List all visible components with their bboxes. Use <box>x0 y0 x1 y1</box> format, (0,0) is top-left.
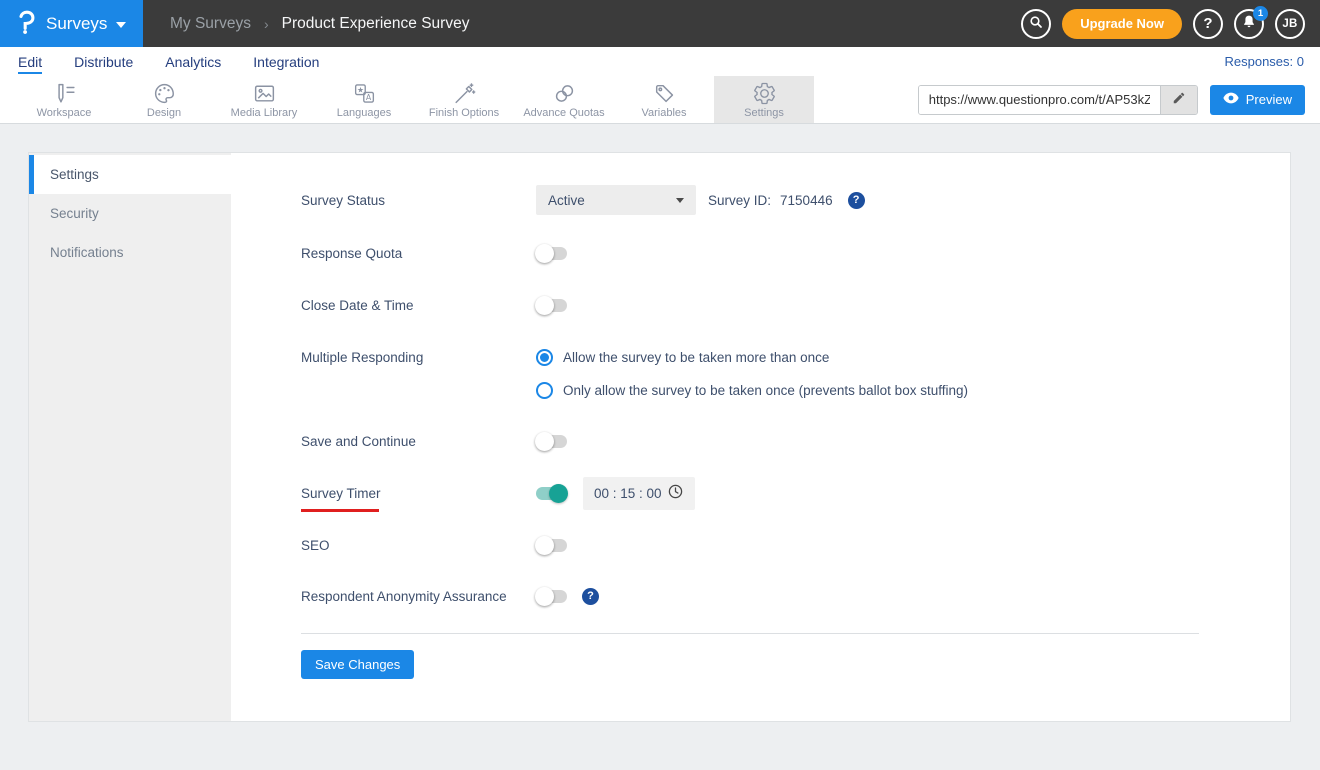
form-divider <box>301 633 1199 634</box>
magic-wand-icon <box>452 81 477 106</box>
toggle-knob <box>535 431 554 451</box>
tab-edit[interactable]: Edit <box>18 53 43 74</box>
gear-icon <box>752 81 777 106</box>
toolbar-item-workspace[interactable]: Workspace <box>14 76 114 123</box>
chevron-down-icon <box>116 21 127 28</box>
notifications-button[interactable]: 1 <box>1234 5 1268 39</box>
settings-page: Settings Security Notifications Survey S… <box>0 124 1320 770</box>
response-quota-label: Response Quota <box>301 245 403 261</box>
radio-only-once[interactable] <box>536 381 553 399</box>
responses-count: Responses: 0 <box>1224 54 1305 69</box>
multiple-responding-row-2: Only allow the survey to be taken once (… <box>536 375 968 405</box>
top-header: Surveys My Surveys › Product Experience … <box>0 0 1320 47</box>
translate-icon: ★ A <box>352 81 377 106</box>
image-icon <box>252 81 277 106</box>
survey-status-row: Survey Status Active Survey ID: 7150446 … <box>301 185 865 215</box>
pencil-icon <box>1172 91 1186 108</box>
survey-id-value: 7150446 <box>780 192 833 208</box>
notification-badge: 1 <box>1253 5 1268 21</box>
survey-timer-value: 00 : 15 : 00 <box>594 485 662 501</box>
product-switcher[interactable]: Surveys <box>0 0 143 47</box>
survey-status-value: Active <box>548 192 585 208</box>
toggle-knob <box>535 295 554 315</box>
share-url-area: Preview <box>917 76 1320 123</box>
survey-timer-toggle[interactable] <box>536 483 568 503</box>
clock-icon <box>667 483 684 503</box>
survey-id-help-icon[interactable]: ? <box>847 191 865 209</box>
survey-timer-duration-field[interactable]: 00 : 15 : 00 <box>583 476 695 510</box>
tab-integration[interactable]: Integration <box>253 54 319 70</box>
anonymity-toggle[interactable] <box>535 586 567 606</box>
multiple-responding-label: Multiple Responding <box>301 349 424 365</box>
toggle-knob <box>535 586 554 606</box>
breadcrumb-separator: › <box>263 15 269 32</box>
settings-card: Settings Security Notifications Survey S… <box>28 152 1291 722</box>
svg-text:A: A <box>365 93 371 102</box>
breadcrumb-my-surveys[interactable]: My Surveys <box>170 15 251 33</box>
toolbar-item-advance-quotas[interactable]: Advance Quotas <box>514 76 614 123</box>
toolbar-item-finish-options[interactable]: Finish Options <box>414 76 514 123</box>
eye-icon <box>1223 92 1239 107</box>
help-button[interactable]: ? <box>1193 8 1223 39</box>
save-changes-button[interactable]: Save Changes <box>301 650 415 679</box>
survey-url-input[interactable] <box>918 85 1160 114</box>
survey-timer-row: Survey Timer 00 : 15 : 00 <box>301 476 695 510</box>
chevron-down-icon <box>676 197 684 203</box>
breadcrumb: My Surveys › Product Experience Survey <box>170 15 469 33</box>
close-date-toggle[interactable] <box>535 295 567 315</box>
edit-url-button[interactable] <box>1159 85 1197 114</box>
seo-row: SEO <box>301 530 567 560</box>
save-continue-label: Save and Continue <box>301 433 416 449</box>
product-menu-label: Surveys <box>46 13 108 33</box>
save-continue-row: Save and Continue <box>301 426 567 456</box>
palette-icon <box>152 81 177 106</box>
upgrade-now-button[interactable]: Upgrade Now <box>1062 8 1182 39</box>
toolbar-item-design[interactable]: Design <box>114 76 214 123</box>
close-date-label: Close Date & Time <box>301 297 414 313</box>
survey-timer-label: Survey Timer <box>301 485 381 501</box>
page-title: Product Experience Survey <box>281 14 470 32</box>
seo-toggle[interactable] <box>535 535 567 555</box>
response-quota-toggle[interactable] <box>535 243 567 263</box>
chain-links-icon <box>552 81 577 106</box>
response-quota-row: Response Quota <box>301 238 567 268</box>
user-avatar[interactable]: JB <box>1275 8 1305 39</box>
search-button[interactable] <box>1021 8 1052 39</box>
anonymity-help-icon[interactable]: ? <box>582 587 599 605</box>
svg-text:★: ★ <box>356 85 363 94</box>
questionpro-logo-icon <box>17 8 37 40</box>
settings-form: Survey Status Active Survey ID: 7150446 … <box>29 153 1290 721</box>
survey-id-label: Survey ID: <box>708 192 772 208</box>
toolbar-item-variables[interactable]: Variables <box>614 76 714 123</box>
tag-icon <box>652 81 677 106</box>
radio-allow-multiple-label: Allow the survey to be taken more than o… <box>563 349 830 365</box>
multiple-responding-row: Multiple Responding Allow the survey to … <box>301 342 829 372</box>
toolbar-item-media-library[interactable]: Media Library <box>214 76 314 123</box>
survey-nav-tabs: Edit Distribute Analytics Integration Re… <box>0 47 1320 76</box>
toggle-knob <box>549 483 568 503</box>
close-date-row: Close Date & Time <box>301 290 567 320</box>
radio-only-once-label: Only allow the survey to be taken once (… <box>563 382 968 398</box>
radio-allow-multiple[interactable] <box>536 348 553 366</box>
search-icon <box>1028 14 1044 33</box>
toggle-knob <box>535 535 554 555</box>
survey-url-box <box>917 84 1198 115</box>
anonymity-row: Respondent Anonymity Assurance ? <box>301 581 599 611</box>
seo-label: SEO <box>301 537 330 553</box>
header-actions: Upgrade Now ? 1 JB <box>1021 5 1320 39</box>
survey-status-label: Survey Status <box>301 192 386 208</box>
survey-status-dropdown[interactable]: Active <box>536 185 696 215</box>
toggle-knob <box>535 243 554 263</box>
workspace-icon <box>52 81 77 106</box>
tab-analytics[interactable]: Analytics <box>165 54 221 70</box>
preview-button[interactable]: Preview <box>1209 84 1305 115</box>
toolbar-item-settings[interactable]: Settings <box>714 76 814 123</box>
save-continue-toggle[interactable] <box>535 431 567 451</box>
tab-distribute[interactable]: Distribute <box>74 54 133 70</box>
survey-timer-annotation-underline <box>301 509 379 512</box>
anonymity-label: Respondent Anonymity Assurance <box>301 588 507 604</box>
toolbar-item-languages[interactable]: ★ A Languages <box>314 76 414 123</box>
edit-toolbar: Workspace Design Media Library ★ A Langua… <box>0 76 1320 124</box>
